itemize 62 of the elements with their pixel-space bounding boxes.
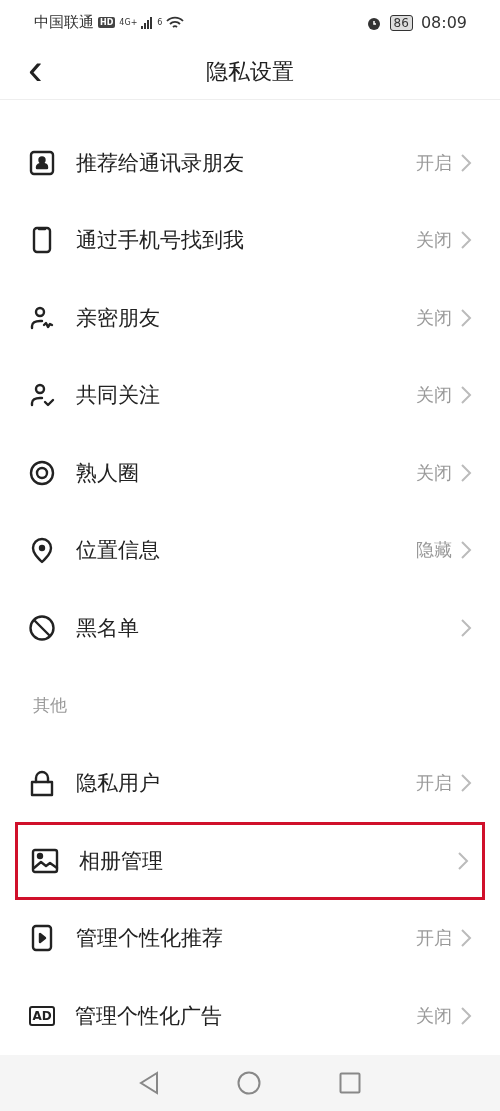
page-title: 隐私设置 (206, 58, 294, 86)
back-button[interactable]: ‹ (24, 47, 47, 97)
chevron-right-icon (460, 540, 472, 561)
setting-label: 管理个性化推荐 (76, 925, 224, 953)
setting-label: 推荐给通讯录朋友 (76, 149, 245, 177)
setting-value: 隐藏 (416, 538, 452, 563)
highlighted-settings-row[interactable]: 相册管理 (15, 822, 485, 900)
setting-label: 通过手机号找到我 (76, 227, 245, 255)
image-icon (31, 846, 59, 875)
chevron-right-icon (460, 462, 472, 483)
chevron-right-icon (457, 850, 469, 871)
setting-label: 管理个性化广告 (75, 1002, 223, 1030)
chevron-right-icon (460, 928, 472, 949)
setting-label: 共同关注 (76, 382, 161, 410)
setting-label: 熟人圈 (76, 459, 140, 487)
carrier-name: 中国联通 (34, 13, 94, 32)
chevron-right-icon (460, 152, 472, 173)
settings-row[interactable]: 位置信息 隐藏 (0, 511, 500, 589)
setting-label: 黑名单 (76, 614, 140, 642)
settings-row[interactable]: 共同关注 关闭 (0, 356, 500, 434)
block-icon (28, 613, 56, 642)
chevron-right-icon (460, 385, 472, 406)
wifi-label: 6 (157, 18, 163, 27)
settings-row[interactable]: 熟人圈 关闭 (0, 434, 500, 512)
setting-value: 开启 (416, 926, 452, 951)
settings-row[interactable]: 管理个性化推荐 开启 (0, 899, 500, 977)
chevron-right-icon (460, 1005, 472, 1026)
home-nav-icon[interactable] (237, 1071, 261, 1095)
setting-value: 关闭 (416, 305, 452, 330)
clock-time: 08:09 (420, 13, 467, 32)
signal-icon (141, 16, 154, 29)
setting-value: 关闭 (416, 1003, 452, 1028)
battery-level: 86 (389, 14, 413, 31)
chevron-right-icon (460, 307, 472, 328)
settings-row[interactable]: 推荐给通讯录朋友 开启 (0, 124, 500, 202)
setting-value: 关闭 (416, 460, 452, 485)
setting-value: 关闭 (416, 228, 452, 253)
hd-badge: HD (98, 17, 116, 28)
setting-value: 开启 (416, 150, 452, 175)
section-title: 其他 (33, 694, 67, 717)
setting-label: 隐私用户 (76, 770, 161, 798)
back-nav-icon[interactable] (139, 1071, 159, 1095)
setting-label: 位置信息 (76, 537, 161, 565)
setting-label: 亲密朋友 (76, 304, 161, 332)
settings-row[interactable]: 亲密朋友 关闭 (0, 279, 500, 357)
settings-row[interactable]: 隐私用户 开启 (0, 744, 500, 822)
settings-row[interactable]: 通过手机号找到我 关闭 (0, 201, 500, 279)
lock-icon (28, 769, 56, 798)
recents-nav-icon[interactable] (339, 1072, 361, 1094)
settings-row[interactable]: AD 管理个性化广告 关闭 (0, 977, 500, 1055)
ring-icon (28, 458, 56, 487)
chevron-right-icon (460, 230, 472, 251)
setting-value: 关闭 (416, 383, 452, 408)
wifi-icon (166, 15, 185, 30)
setting-label: 相册管理 (79, 847, 164, 875)
settings-row[interactable]: 黑名单 (0, 589, 500, 667)
chevron-right-icon (460, 773, 472, 794)
ad-icon: AD (29, 1005, 55, 1026)
contact-card-icon (28, 148, 56, 177)
setting-value: 开启 (416, 771, 452, 796)
network-type: 4G+ (119, 18, 138, 27)
chevron-right-icon (460, 617, 472, 638)
